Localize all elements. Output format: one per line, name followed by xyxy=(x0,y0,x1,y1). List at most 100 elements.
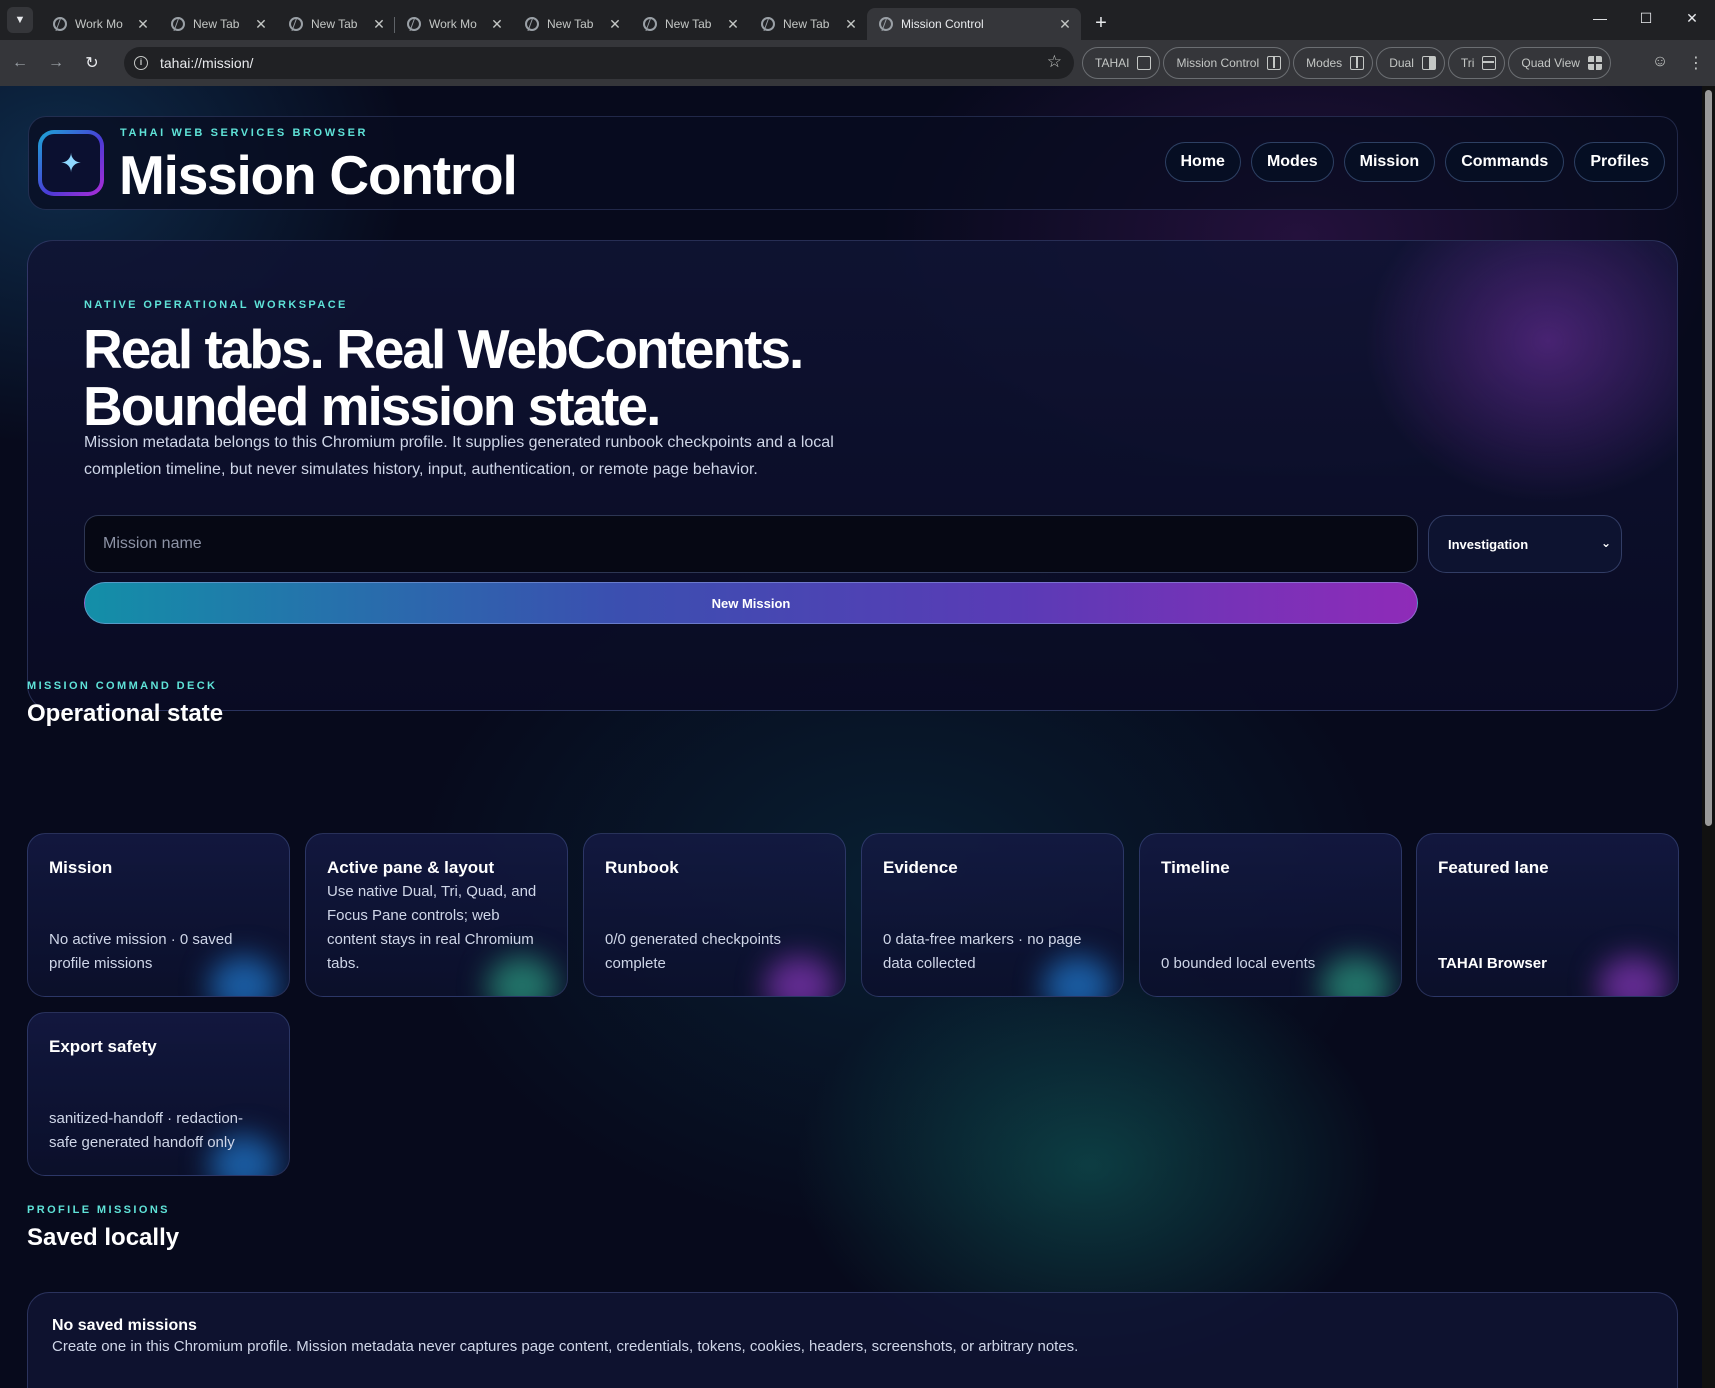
hero-description: Mission metadata belongs to this Chromiu… xyxy=(84,434,834,478)
more-menu-icon[interactable]: ⋮ xyxy=(1686,53,1706,73)
close-icon: ✕ xyxy=(1686,9,1698,26)
browser-tab[interactable]: Work Mo ✕ xyxy=(394,8,513,40)
card-title: Export safety xyxy=(49,1037,157,1056)
ext-button-mission-control[interactable]: Mission Control xyxy=(1163,47,1291,79)
globe-icon xyxy=(289,17,303,31)
forward-button[interactable]: → xyxy=(40,47,72,79)
bookmark-star-icon[interactable]: ☆ xyxy=(1047,52,1062,72)
page-scrollbar[interactable] xyxy=(1702,86,1715,1388)
card-active-pane-layout: Active pane & layout Use native Dual, Tr… xyxy=(305,833,568,997)
card-title: Mission xyxy=(49,858,113,877)
close-icon[interactable]: ✕ xyxy=(253,16,269,33)
close-icon[interactable]: ✕ xyxy=(725,16,741,33)
saved-kicker: PROFILE MISSIONS xyxy=(27,1204,170,1216)
ext-label: Tri xyxy=(1460,56,1475,70)
ext-button-dual[interactable]: Dual xyxy=(1376,47,1445,79)
browser-tab[interactable]: Work Mo ✕ xyxy=(41,8,159,40)
ext-button-quad-view[interactable]: Quad View xyxy=(1508,47,1611,79)
tab-title: New Tab xyxy=(311,17,358,31)
back-button[interactable]: ← xyxy=(4,47,36,79)
close-icon[interactable]: ✕ xyxy=(371,16,387,33)
close-icon[interactable]: ✕ xyxy=(1057,16,1073,33)
arrow-left-icon: ← xyxy=(12,54,28,71)
card-export-safety: Export safety sanitized-handoff · redact… xyxy=(27,1012,290,1176)
browser-tab[interactable]: New Tab ✕ xyxy=(277,8,395,40)
browser-tab[interactable]: New Tab ✕ xyxy=(513,8,631,40)
hero-heading-line1: Real tabs. Real WebContents. xyxy=(83,318,804,380)
window-controls: — ☐ ✕ xyxy=(1577,0,1715,40)
close-icon[interactable]: ✕ xyxy=(843,16,859,33)
deck-title: Operational state xyxy=(27,700,224,727)
close-icon[interactable]: ✕ xyxy=(135,16,151,33)
deck-kicker: MISSION COMMAND DECK xyxy=(27,680,218,692)
hero-heading: Real tabs. Real WebContents. Bounded mis… xyxy=(83,321,983,435)
globe-icon xyxy=(761,17,775,31)
globe-icon xyxy=(53,17,67,31)
new-mission-button[interactable]: New Mission xyxy=(84,582,1418,624)
browser-tab[interactable]: New Tab ✕ xyxy=(159,8,277,40)
nav-commands[interactable]: Commands xyxy=(1445,142,1565,182)
info-icon[interactable]: i xyxy=(134,56,148,70)
card-title: Timeline xyxy=(1161,858,1230,877)
profile-avatar-icon[interactable]: ☺ xyxy=(1650,53,1670,73)
card-featured-lane: Featured lane TAHAI Browser xyxy=(1416,833,1679,997)
globe-icon xyxy=(525,17,539,31)
card-body: Use native Dual, Tri, Quad, and Focus Pa… xyxy=(327,883,537,972)
mission-name-input[interactable] xyxy=(84,515,1418,573)
plus-icon: + xyxy=(1095,11,1107,34)
page-content: ✦ TAHAI WEB SERVICES BROWSER Mission Con… xyxy=(0,86,1715,1388)
close-icon[interactable]: ✕ xyxy=(489,16,505,33)
close-icon[interactable]: ✕ xyxy=(607,16,623,33)
brand-kicker: TAHAI WEB SERVICES BROWSER xyxy=(120,127,369,139)
ext-label: Modes xyxy=(1306,56,1343,70)
maximize-button[interactable]: ☐ xyxy=(1623,0,1669,36)
nav-home[interactable]: Home xyxy=(1164,142,1241,182)
top-nav: Home Modes Mission Commands Profiles xyxy=(1164,142,1665,182)
hero-kicker: NATIVE OPERATIONAL WORKSPACE xyxy=(84,299,348,311)
tab-title: Mission Control xyxy=(901,17,984,31)
nav-mission[interactable]: Mission xyxy=(1343,142,1436,182)
browser-tab-active[interactable]: Mission Control ✕ xyxy=(867,8,1081,40)
mission-type-value: Investigation xyxy=(1448,536,1529,552)
globe-icon xyxy=(171,17,185,31)
chevron-down-icon: ▼ xyxy=(14,14,26,26)
card-runbook: Runbook 0/0 generated checkpoints comple… xyxy=(583,833,846,997)
tab-strip: ▼ Work Mo ✕ New Tab ✕ New Tab ✕ Work Mo ✕ Ne… xyxy=(0,0,1715,40)
minimize-icon: — xyxy=(1593,10,1607,26)
ext-button-modes[interactable]: Modes xyxy=(1293,47,1374,79)
dual-pane-icon xyxy=(1421,56,1436,70)
nav-modes[interactable]: Modes xyxy=(1250,142,1334,182)
close-window-button[interactable]: ✕ xyxy=(1669,0,1715,36)
ext-button-tri[interactable]: Tri xyxy=(1447,47,1506,79)
minimize-button[interactable]: — xyxy=(1577,0,1623,36)
ext-label: Mission Control xyxy=(1176,56,1260,70)
address-bar[interactable]: i tahai://mission/ ☆ xyxy=(124,47,1074,79)
tab-search-button[interactable]: ▼ xyxy=(7,7,33,33)
tab-list: Work Mo ✕ New Tab ✕ New Tab ✕ Work Mo ✕ New … xyxy=(41,0,1115,40)
card-body: 0/0 generated checkpoints complete xyxy=(605,931,781,972)
globe-icon xyxy=(643,17,657,31)
card-body: No active mission · 0 saved profile miss… xyxy=(49,931,233,972)
tab-title: New Tab xyxy=(193,17,240,31)
tab-title: Work Mo xyxy=(429,17,477,31)
new-tab-button[interactable]: + xyxy=(1087,9,1115,37)
tab-title: New Tab xyxy=(665,17,712,31)
card-title: Evidence xyxy=(883,858,958,877)
url-text[interactable]: tahai://mission/ xyxy=(160,55,253,71)
card-title: Featured lane xyxy=(1438,858,1549,877)
mission-type-select[interactable]: Investigation ⌄ xyxy=(1428,515,1622,573)
reload-button[interactable]: ↻ xyxy=(76,47,108,79)
browser-tab[interactable]: New Tab ✕ xyxy=(749,8,867,40)
globe-icon xyxy=(879,17,893,31)
nav-profiles[interactable]: Profiles xyxy=(1574,142,1665,182)
ext-button-tahai[interactable]: TAHAI xyxy=(1082,47,1161,79)
tri-pane-icon xyxy=(1482,56,1497,70)
browser-tab[interactable]: New Tab ✕ xyxy=(631,8,749,40)
site-header: ✦ TAHAI WEB SERVICES BROWSER Mission Con… xyxy=(28,116,1678,210)
globe-icon xyxy=(407,17,421,31)
tab-title: New Tab xyxy=(783,17,830,31)
card-title: Active pane & layout xyxy=(327,858,495,877)
hero-heading-line2: Bounded mission state. xyxy=(83,375,661,437)
saved-title: Saved locally xyxy=(27,1224,180,1251)
scrollbar-thumb[interactable] xyxy=(1705,90,1712,826)
